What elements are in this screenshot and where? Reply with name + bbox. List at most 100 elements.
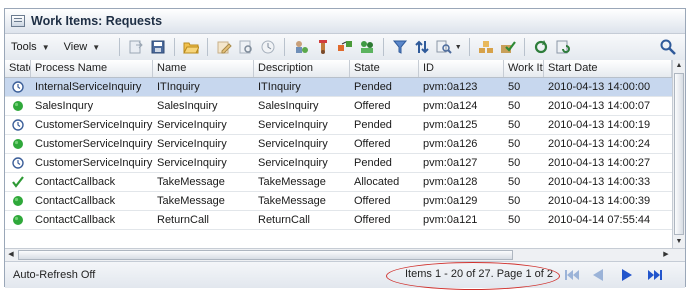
cell-name: ReturnCall — [157, 214, 209, 226]
offered-status-icon — [5, 97, 31, 115]
chevron-down-icon: ▼ — [92, 42, 101, 52]
cell-id: pvm:0a126 — [423, 138, 478, 150]
cell-description: SalesInquiry — [258, 100, 319, 112]
next-page-icon[interactable] — [618, 267, 636, 283]
highlight-oval — [386, 262, 560, 290]
cell-priority: 50 — [508, 157, 521, 169]
export-icon[interactable] — [127, 38, 145, 56]
horizontal-scroll-thumb[interactable] — [18, 250, 513, 260]
table-row[interactable]: ContactCallback TakeMessage TakeMessage All… — [5, 173, 672, 192]
scroll-up-icon[interactable]: ▲ — [673, 60, 685, 72]
cell-process: CustomerServiceInquiry — [35, 119, 153, 131]
cell-priority: 50 — [508, 214, 521, 226]
table-row[interactable]: CustomerServiceInquiry ServiceInquiry Serv… — [5, 154, 672, 173]
cell-start: 2010-04-13 14:00:24 — [548, 138, 651, 150]
save-icon[interactable] — [149, 38, 167, 56]
cell-id: pvm:0a121 — [423, 214, 478, 226]
view-item-icon[interactable] — [237, 38, 255, 56]
cell-state: Offered — [354, 138, 391, 150]
chevron-down-icon[interactable]: ▼ — [454, 38, 462, 56]
cell-description: ITInquiry — [258, 81, 301, 93]
cell-process: SalesInqury — [35, 100, 94, 112]
sort-icon[interactable] — [413, 38, 431, 56]
cell-priority: 50 — [508, 119, 521, 131]
column-header[interactable]: ID — [419, 60, 504, 77]
column-header[interactable]: Process Name — [31, 60, 153, 77]
column-header[interactable]: State — [350, 60, 419, 77]
refresh-icon[interactable] — [532, 38, 550, 56]
cell-start: 2010-04-13 14:00:27 — [548, 157, 651, 169]
open-folder-icon[interactable] — [182, 38, 200, 56]
table-row[interactable]: ContactCallback ReturnCall ReturnCall Offer… — [5, 211, 672, 230]
pended-clock-icon — [5, 78, 31, 96]
scroll-right-icon[interactable]: ▶ — [660, 249, 672, 261]
cell-description: TakeMessage — [258, 195, 326, 207]
scroll-down-icon[interactable]: ▼ — [673, 236, 685, 248]
previous-page-icon[interactable] — [589, 267, 607, 283]
scroll-left-icon[interactable]: ◀ — [5, 249, 17, 261]
cell-name: ServiceInquiry — [157, 157, 227, 169]
filter-icon[interactable] — [391, 38, 409, 56]
toolbar-separator — [174, 38, 176, 56]
cell-start: 2010-04-13 14:00:07 — [548, 100, 651, 112]
column-header[interactable]: State — [5, 60, 31, 77]
supervise-icon[interactable] — [477, 38, 495, 56]
table-row[interactable]: SalesInqury SalesInquiry SalesInquiry Offer… — [5, 97, 672, 116]
tools-menu-label: Tools — [11, 41, 37, 53]
table-row[interactable]: InternalServiceInquiry ITInquiry ITInquiry… — [5, 78, 672, 97]
column-header[interactable]: Start Date — [544, 60, 672, 77]
edit-item-icon[interactable] — [215, 38, 233, 56]
cell-description: ReturnCall — [258, 214, 310, 226]
delegate-icon[interactable] — [336, 38, 354, 56]
cell-name: TakeMessage — [157, 195, 225, 207]
find-icon[interactable] — [435, 38, 453, 56]
search-icon[interactable] — [659, 38, 677, 56]
cell-process: InternalServiceInquiry — [35, 81, 142, 93]
work-items-window: Work Items: Requests Tools ▼ View ▼ ▼ St… — [4, 8, 686, 290]
table-row[interactable]: CustomerServiceInquiry ServiceInquiry Serv… — [5, 116, 672, 135]
last-page-icon[interactable] — [646, 267, 664, 283]
column-header[interactable]: Work Item Priority — [504, 60, 544, 77]
first-page-icon[interactable] — [563, 267, 581, 283]
reallocate-icon[interactable] — [314, 38, 332, 56]
allocate-icon[interactable] — [292, 38, 310, 56]
cell-name: ServiceInquiry — [157, 119, 227, 131]
status-bar: Auto-Refresh Off Items 1 - 20 of 27. Pag… — [5, 261, 685, 290]
table-row[interactable]: ContactCallback TakeMessage TakeMessage Off… — [5, 192, 672, 211]
cell-name: ITInquiry — [157, 81, 200, 93]
offered-status-icon — [5, 192, 31, 210]
cell-priority: 50 — [508, 176, 521, 188]
cell-state: Offered — [354, 214, 391, 226]
cell-id: pvm:0a129 — [423, 195, 478, 207]
cell-name: SalesInquiry — [157, 100, 218, 112]
cell-description: ServiceInquiry — [258, 138, 328, 150]
vertical-scroll-thumb[interactable] — [674, 73, 684, 235]
cell-priority: 50 — [508, 81, 521, 93]
approve-icon[interactable] — [499, 38, 517, 56]
cell-process: CustomerServiceInquiry — [35, 157, 153, 169]
column-header[interactable]: Name — [153, 60, 254, 77]
history-icon[interactable] — [259, 38, 277, 56]
vertical-scrollbar[interactable]: ▲ ▼ — [672, 60, 685, 248]
cell-state: Pended — [354, 81, 392, 93]
tools-menu[interactable]: Tools ▼ — [11, 41, 50, 53]
toolbar: Tools ▼ View ▼ ▼ — [5, 34, 685, 61]
toolbar-separator — [383, 38, 385, 56]
table-body: InternalServiceInquiry ITInquiry ITInquiry… — [5, 78, 672, 230]
cell-state: Offered — [354, 195, 391, 207]
cell-description: TakeMessage — [258, 176, 326, 188]
cell-id: pvm:0a125 — [423, 119, 478, 131]
cell-id: pvm:0a123 — [423, 81, 478, 93]
toolbar-separator — [207, 38, 209, 56]
work-items-table: StateProcess NameNameDescriptionStateIDW… — [5, 60, 672, 248]
column-header[interactable]: Description — [254, 60, 350, 77]
cell-priority: 50 — [508, 100, 521, 112]
table-row[interactable]: CustomerServiceInquiry ServiceInquiry Serv… — [5, 135, 672, 154]
auto-refresh-icon[interactable] — [554, 38, 572, 56]
group-icon[interactable] — [358, 38, 376, 56]
cell-state: Offered — [354, 100, 391, 112]
cell-name: TakeMessage — [157, 176, 225, 188]
view-menu[interactable]: View ▼ — [64, 41, 101, 53]
horizontal-scrollbar[interactable]: ◀ ▶ — [5, 248, 685, 261]
title-bar: Work Items: Requests — [5, 9, 685, 34]
